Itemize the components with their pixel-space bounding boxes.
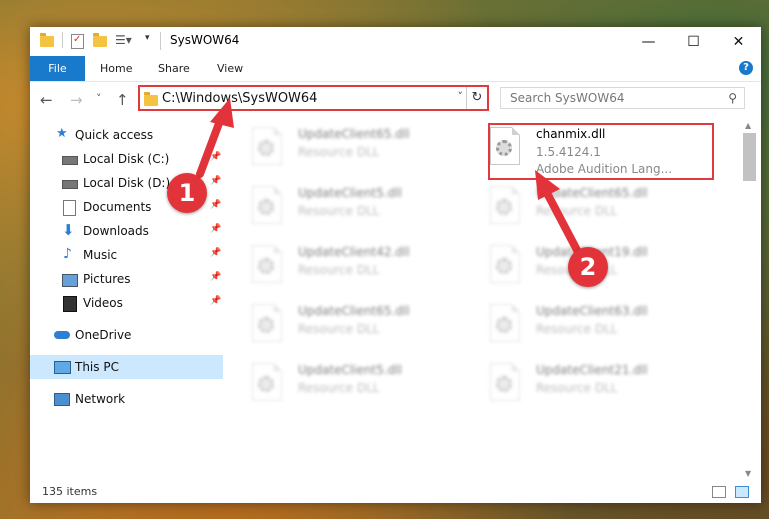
arrow-1-head [210, 98, 234, 128]
step-1-badge: 1 [167, 173, 207, 213]
arrow-1 [196, 114, 225, 178]
arrow-2 [543, 189, 582, 256]
annotation-arrows [196, 98, 582, 256]
step-2-badge: 2 [568, 247, 608, 287]
